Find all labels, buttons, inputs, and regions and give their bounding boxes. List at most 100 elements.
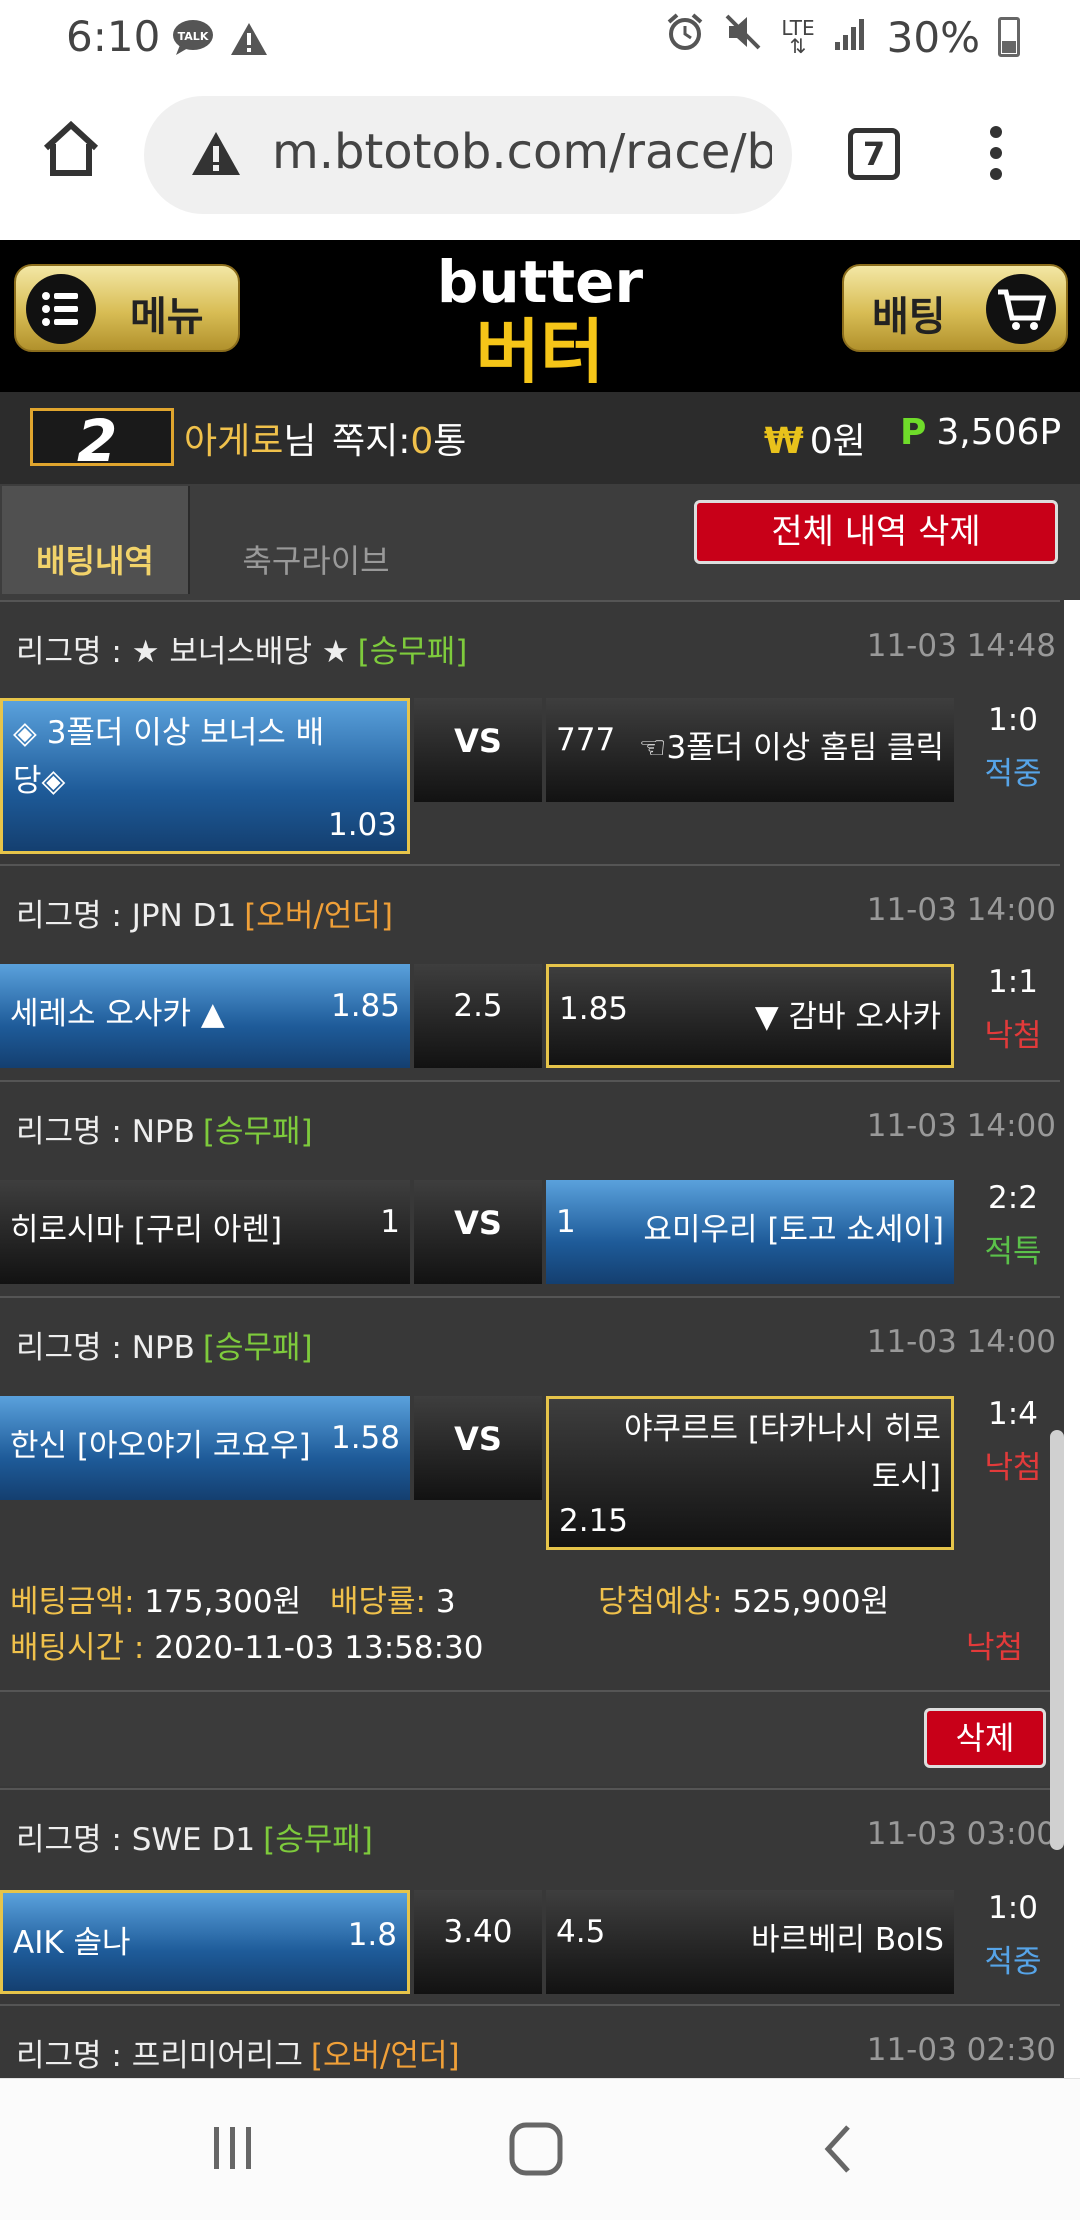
bet-amount-value: 175,300원: [144, 1584, 302, 1620]
away-team-cell[interactable]: 4.5 바르베리 BoIS: [546, 1890, 954, 1994]
home-odds: 1.85: [330, 988, 400, 1024]
bet-type: [승무패]: [202, 1114, 313, 1150]
svg-text:TALK: TALK: [178, 30, 209, 43]
away-team: 바르베리 BoIS: [751, 1922, 944, 1958]
league-header: 리그명 : NPB [승무패] 11-03 14:00: [0, 1296, 1060, 1378]
home-nav-icon[interactable]: [508, 2121, 564, 2181]
away-team-cell[interactable]: 1 요미우리 [토고 쇼세이]: [546, 1180, 954, 1284]
home-team-cell[interactable]: ◈ 3폴더 이상 보너스 배 당◈ 1.03: [0, 698, 410, 854]
draw-cell[interactable]: VS: [414, 1180, 542, 1284]
warning-icon: [230, 18, 268, 67]
away-odds: 1: [556, 1204, 576, 1240]
bet-rate-label: 배당률:: [330, 1584, 427, 1620]
vs-label: VS: [454, 1420, 502, 1458]
league-header: 리그명 : SWE D1 [승무패] 11-03 03:00: [0, 1788, 1060, 1870]
bet-type: [승무패]: [263, 1822, 373, 1858]
handicap-cell: 2.5: [414, 964, 542, 1068]
cart-icon: [986, 274, 1056, 344]
league-name: ★ 보너스배당 ★: [131, 634, 350, 670]
score: 2:2: [988, 1180, 1038, 1216]
tab-bet-history[interactable]: 배팅내역: [2, 486, 190, 594]
score: 1:0: [988, 1890, 1038, 1926]
home-team-cell[interactable]: AIK 솔나 1.8: [0, 1890, 410, 1994]
status-badge: 적특: [984, 1234, 1042, 1270]
butter-logo[interactable]: butter 버터: [400, 248, 680, 393]
message-count[interactable]: 쪽지:0통: [332, 412, 466, 464]
match-row: 히로시마 [구리 아렌] 1 VS 1 요미우리 [토고 쇼세이] 2:2 적특: [0, 1180, 1060, 1284]
more-options-icon[interactable]: [986, 126, 1006, 186]
system-nav-bar: [0, 2078, 1080, 2220]
home-icon[interactable]: [40, 118, 102, 180]
match-result: 1:0 적중: [966, 702, 1060, 793]
league-name: 프리미어리그: [131, 2038, 303, 2074]
bet-amount-label: 베팅금액:: [10, 1584, 135, 1620]
line-value: 2.5: [453, 988, 503, 1024]
league-prefix: 리그명 :: [16, 1822, 132, 1858]
points-value: 3,506P: [936, 412, 1062, 453]
bet-type: [오버/언더]: [310, 2038, 460, 2074]
match-datetime: 11-03 14:00: [866, 892, 1056, 928]
user-info-bar: 2 아게로님 쪽지:0통 ₩0원 P 3,506P: [0, 392, 1080, 484]
betting-cart-button[interactable]: 배팅: [842, 264, 1068, 352]
away-team-cell[interactable]: 1.85 ▼ 감바 오사카: [546, 964, 954, 1068]
won-icon: ₩: [764, 421, 804, 462]
away-team-cell[interactable]: 야쿠르트 [타카나시 히로 토시] 2.15: [546, 1396, 954, 1550]
bet-result: 낙첨: [966, 1630, 1024, 1666]
msg-unit: 통: [433, 421, 467, 462]
away-odds: 777: [556, 722, 616, 758]
tab-strip: 배팅내역 축구라이브 전체 내역 삭제: [0, 484, 1080, 600]
match-datetime: 11-03 14:00: [866, 1324, 1056, 1360]
away-team: 야쿠르트 [타카나시 히로: [623, 1411, 941, 1447]
score: 1:4: [988, 1396, 1038, 1432]
bet-type: [승무패]: [357, 634, 468, 670]
url-text[interactable]: m.btotob.com/race/b: [272, 124, 772, 180]
match-row: ◈ 3폴더 이상 보너스 배 당◈ 1.03 VS 777 ☜3폴더 이상 홈팀…: [0, 698, 1060, 854]
away-team-cell[interactable]: 777 ☜3폴더 이상 홈팀 클릭: [546, 698, 954, 802]
back-icon[interactable]: [818, 2121, 858, 2181]
home-team-cell[interactable]: 한신 [아오야기 코요우] 1.58: [0, 1396, 410, 1500]
draw-cell[interactable]: VS: [414, 1396, 542, 1500]
league-header: 리그명 : JPN D1 [오버/언더] 11-03 14:00: [0, 864, 1060, 946]
home-team: 한신 [아오야기 코요우]: [10, 1428, 311, 1464]
user-honorific: 님: [283, 421, 317, 462]
home-team-cell[interactable]: 히로시마 [구리 아렌] 1: [0, 1180, 410, 1284]
match-result: 1:1 낙첨: [966, 964, 1060, 1055]
expected-win-label: 당첨예상:: [598, 1584, 723, 1620]
delete-button[interactable]: 삭제: [924, 1708, 1046, 1768]
league-prefix: 리그명 :: [16, 1114, 132, 1150]
bet-history-list: 리그명 : ★ 보너스배당 ★ [승무패] 11-03 14:48 ◈ 3폴더 이…: [0, 600, 1064, 2078]
bet-time: 배팅시간 : 2020-11-03 13:58:30: [10, 1622, 484, 1667]
away-odds: 2.15: [559, 1503, 629, 1539]
bet-time-label: 배팅시간 :: [10, 1630, 145, 1666]
menu-button[interactable]: 메뉴: [14, 264, 240, 352]
tab-switcher-button[interactable]: 7: [848, 128, 900, 180]
league-header: 리그명 : ★ 보너스배당 ★ [승무패] 11-03 14:48: [0, 600, 1060, 682]
recent-apps-icon[interactable]: [210, 2123, 256, 2177]
url-bar[interactable]: m.btotob.com/race/b: [144, 96, 792, 214]
bet-rate-value: 3: [435, 1584, 456, 1620]
browser-toolbar: m.btotob.com/race/b 7: [0, 76, 1080, 240]
tab-soccer-live[interactable]: 축구라이브: [196, 486, 436, 594]
bet-type: [오버/언더]: [244, 898, 393, 934]
not-secure-icon[interactable]: [190, 130, 242, 182]
lte-label: LTE: [781, 16, 815, 40]
home-team: AIK 솔나: [13, 1925, 131, 1961]
draw-cell[interactable]: VS: [414, 698, 542, 802]
status-badge: 낙첨: [984, 1018, 1042, 1054]
delete-all-button[interactable]: 전체 내역 삭제: [694, 500, 1058, 564]
league-name: SWE D1: [131, 1822, 256, 1858]
bet-amount: 베팅금액: 175,300원: [10, 1576, 301, 1621]
menu-label: 메뉴: [130, 294, 204, 340]
away-team: ▼ 감바 오사카: [754, 999, 941, 1035]
home-team: 세레소 오사카 ▲: [10, 996, 225, 1032]
league-name: NPB: [131, 1330, 195, 1366]
match-result: 1:4 낙첨: [966, 1396, 1060, 1487]
status-badge: 적중: [984, 756, 1042, 792]
lte-icon: LTE ⇅: [781, 16, 815, 58]
scrollbar[interactable]: [1050, 1430, 1064, 1850]
bet-time-value: 2020-11-03 13:58:30: [154, 1630, 484, 1666]
home-team-cell[interactable]: 세레소 오사카 ▲ 1.85: [0, 964, 410, 1068]
draw-cell[interactable]: 3.40: [414, 1890, 542, 1994]
alarm-icon: [665, 12, 705, 62]
logo-en: butter: [437, 248, 644, 316]
